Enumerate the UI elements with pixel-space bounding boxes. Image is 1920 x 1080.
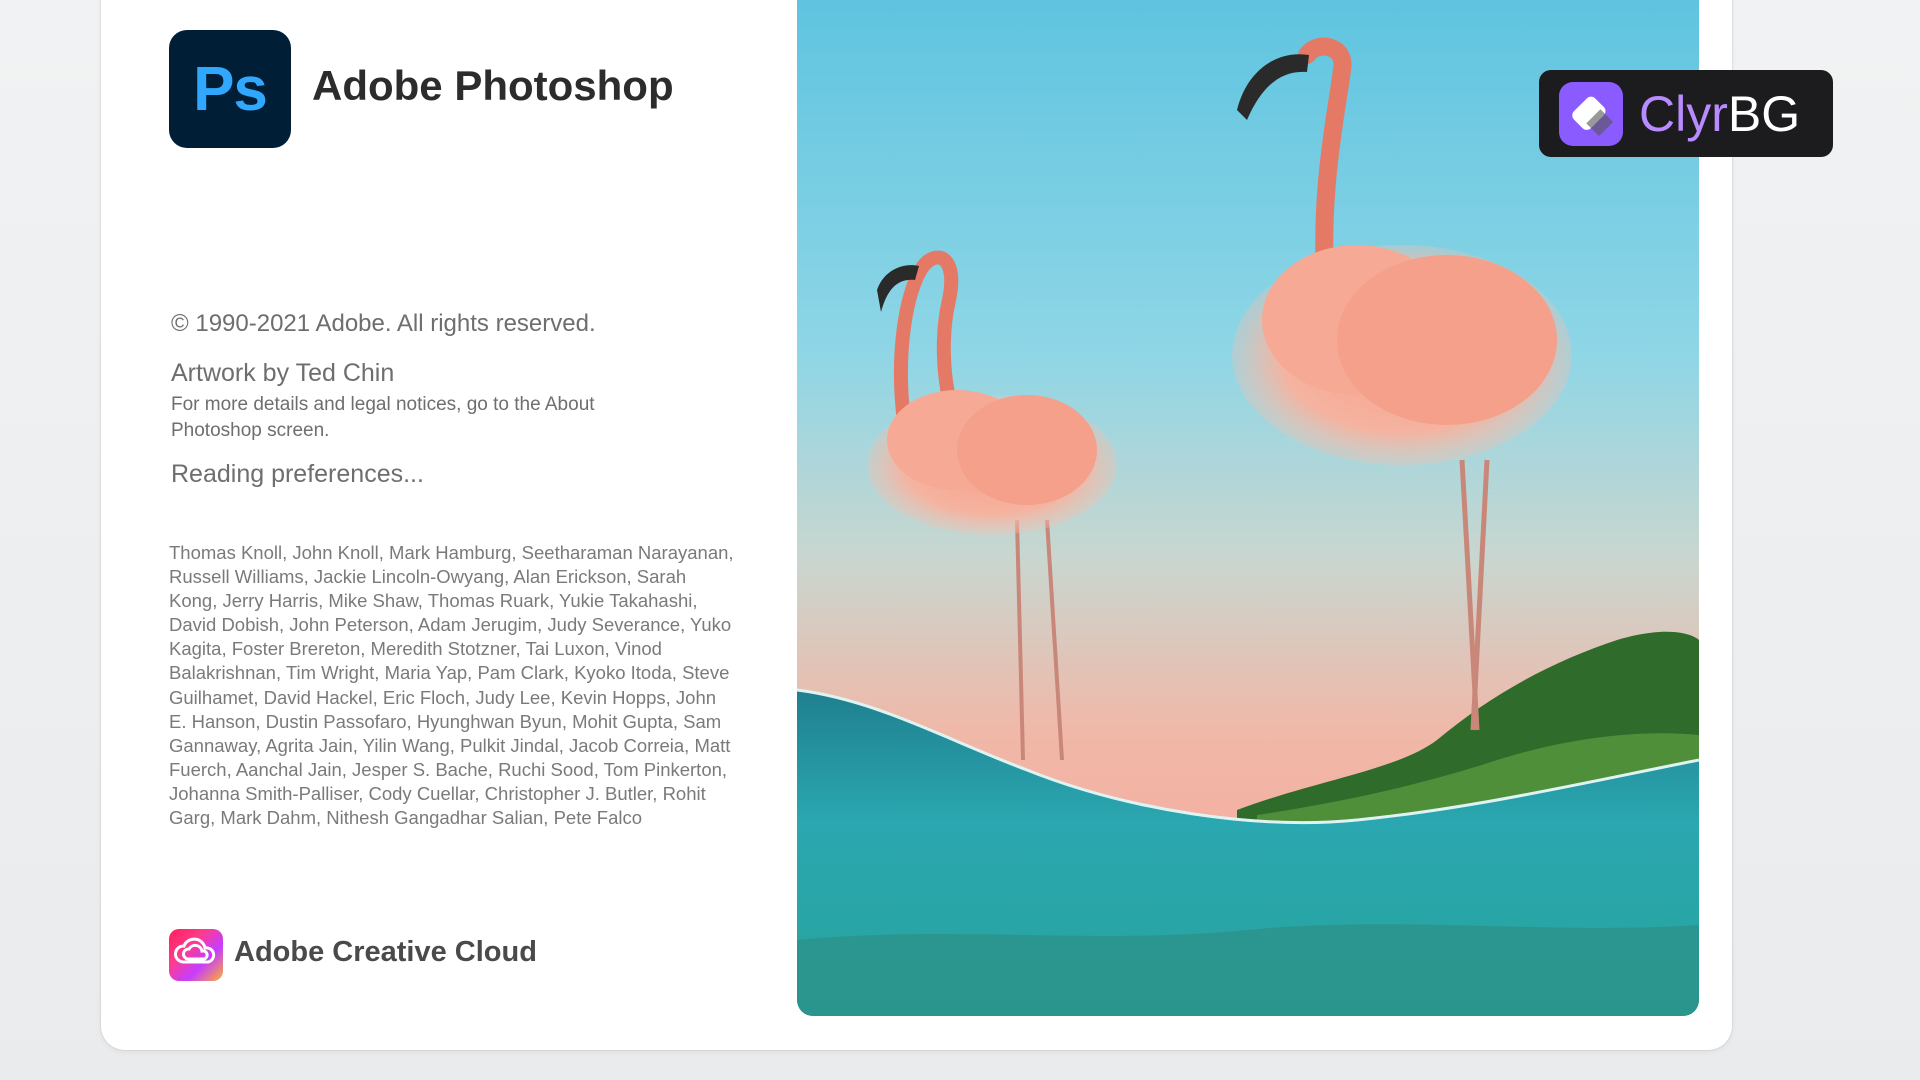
photoshop-logo-text: Ps (193, 54, 268, 124)
clyrbg-wordmark-part2: BG (1727, 85, 1801, 142)
clyrbg-wordmark: ClyrBG (1639, 85, 1800, 143)
app-title: Adobe Photoshop (312, 62, 674, 109)
credits-list: Thomas Knoll, John Knoll, Mark Hamburg, … (169, 542, 734, 829)
artwork-credit: Artwork by Ted Chin (171, 359, 395, 387)
photoshop-logo-icon: Ps (169, 30, 291, 148)
creative-cloud-icon (169, 929, 223, 981)
creative-cloud-brand: Adobe Creative Cloud (234, 936, 537, 968)
clyrbg-watermark: ClyrBG (1539, 70, 1833, 157)
copyright-text: © 1990-2021 Adobe. All rights reserved. (171, 310, 596, 337)
clyrbg-wordmark-part1: Clyr (1639, 85, 1728, 142)
legal-notice: For more details and legal notices, go t… (171, 394, 595, 441)
clyrbg-logo-icon (1559, 81, 1623, 146)
loading-status: Reading preferences... (171, 460, 424, 488)
